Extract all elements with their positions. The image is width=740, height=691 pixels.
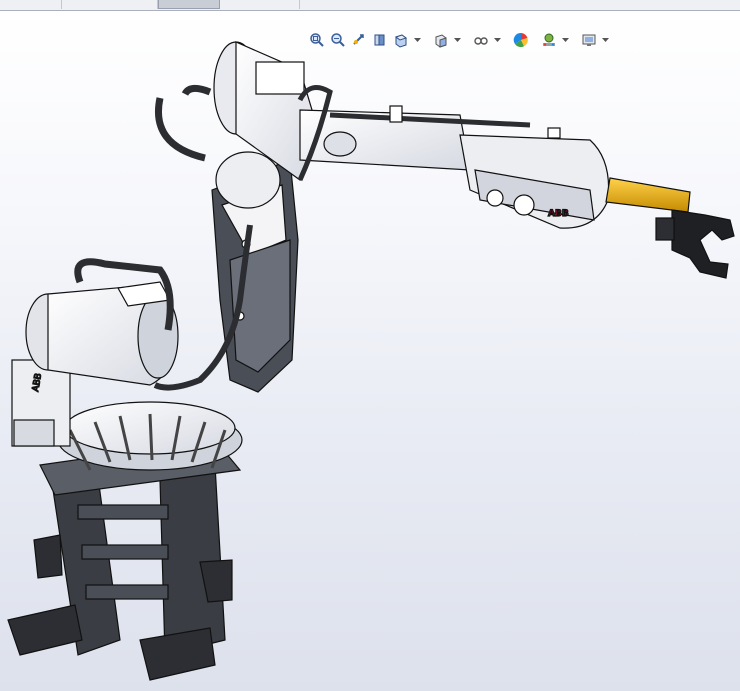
view-orientation-dropdown[interactable]	[413, 31, 422, 49]
previous-view-icon[interactable]	[350, 31, 368, 49]
command-manager-tabs	[0, 0, 740, 11]
robot-shoulder	[155, 41, 319, 209]
display-style-icon[interactable]	[432, 31, 450, 49]
hide-show-items-icon[interactable]	[472, 31, 490, 49]
axis2-motor	[25, 258, 179, 386]
view-orientation-icon[interactable]	[392, 31, 410, 49]
robot-model-view[interactable]: ABB ABB	[0, 11, 740, 691]
graphics-area[interactable]: ABB ABB	[0, 11, 740, 691]
cad-window: ABB ABB	[0, 0, 740, 691]
zoom-to-fit-icon[interactable]	[308, 31, 326, 49]
edit-appearance-icon[interactable]	[512, 31, 530, 49]
display-style-dropdown[interactable]	[453, 31, 462, 49]
hide-show-items-dropdown[interactable]	[493, 31, 502, 49]
view-settings-dropdown[interactable]	[601, 31, 610, 49]
tab-2[interactable]	[62, 0, 158, 9]
gripper-tool	[605, 177, 735, 279]
tab-4[interactable]	[220, 0, 300, 9]
view-settings-icon[interactable]	[580, 31, 598, 49]
brand-label: ABB	[548, 209, 569, 219]
tab-3[interactable]	[158, 0, 220, 9]
apply-scene-icon[interactable]	[540, 31, 558, 49]
apply-scene-dropdown[interactable]	[561, 31, 570, 49]
robot-pedestal	[7, 439, 242, 681]
heads-up-view-toolbar	[308, 29, 610, 51]
robot-wrist: ABB	[459, 127, 610, 229]
tab-1[interactable]	[0, 0, 62, 9]
zoom-to-area-icon[interactable]	[329, 31, 347, 49]
section-view-icon[interactable]	[371, 31, 389, 49]
